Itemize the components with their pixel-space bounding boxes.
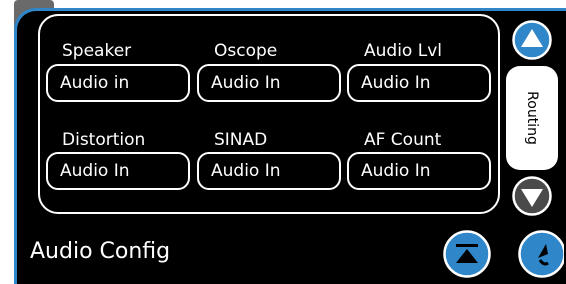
scroll-up-button[interactable] bbox=[512, 20, 552, 60]
return-icon bbox=[518, 230, 566, 278]
triangle-down-icon bbox=[512, 176, 552, 216]
triangle-up-icon bbox=[512, 20, 552, 60]
oscope-field[interactable]: Audio In bbox=[197, 64, 341, 102]
oscope-label: Oscope bbox=[214, 41, 278, 61]
sinad-field[interactable]: Audio In bbox=[197, 152, 341, 190]
distortion-field[interactable]: Audio In bbox=[46, 152, 190, 190]
speaker-label: Speaker bbox=[62, 41, 132, 61]
af-count-label: AF Count bbox=[364, 130, 442, 150]
routing-tab-label: Routing bbox=[524, 91, 540, 145]
audio-lvl-label: Audio Lvl bbox=[364, 41, 442, 61]
distortion-label: Distortion bbox=[62, 130, 146, 150]
speaker-field[interactable]: Audio in bbox=[46, 64, 190, 102]
collapse-top-icon bbox=[443, 230, 491, 278]
sinad-label: SINAD bbox=[214, 130, 268, 150]
scroll-down-button[interactable] bbox=[512, 176, 552, 216]
return-button[interactable] bbox=[518, 230, 566, 278]
collapse-button[interactable] bbox=[443, 230, 491, 278]
page-title: Audio Config bbox=[30, 239, 171, 264]
af-count-field[interactable]: Audio In bbox=[347, 152, 491, 190]
audio-lvl-field[interactable]: Audio In bbox=[347, 64, 491, 102]
tab-routing[interactable]: Routing bbox=[506, 66, 558, 170]
